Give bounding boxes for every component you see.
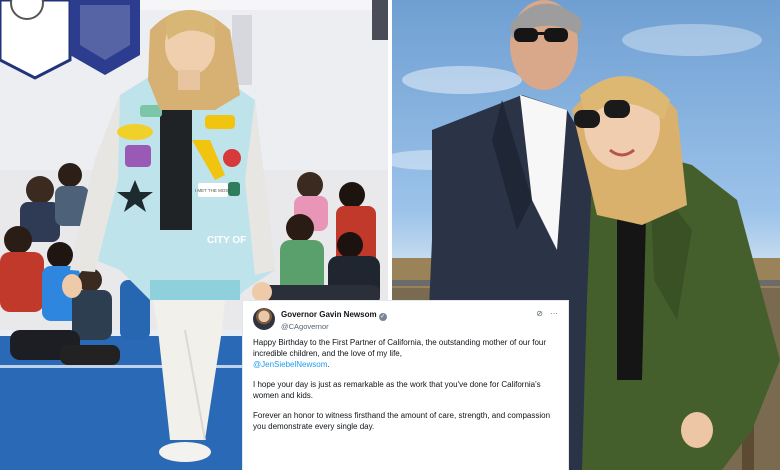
more-icon[interactable]: ··· — [550, 309, 558, 318]
tweet-text: Happy Birthday to the First Partner of C… — [253, 337, 558, 432]
tweet-author: Governor Gavin Newsom ✓ @CAgovernor — [281, 307, 536, 333]
tweet-paragraph-1-text: Happy Birthday to the First Partner of C… — [253, 338, 547, 358]
author-handle[interactable]: @CAgovernor — [281, 321, 536, 333]
author-name[interactable]: Governor Gavin Newsom — [281, 310, 377, 319]
tweet-actions: ⊘ ··· — [536, 307, 558, 318]
tweet-paragraph-2: I hope your day is just as remarkable as… — [253, 380, 541, 400]
mention-link[interactable]: @JenSiebelNewsom — [253, 360, 327, 369]
tweet-card[interactable]: Governor Gavin Newsom ✓ @CAgovernor ⊘ ···… — [242, 300, 569, 470]
jacket-back-lettering: CITY OF — [207, 235, 246, 246]
tweet-paragraph-3: Forever an honor to witness firsthand th… — [253, 411, 551, 431]
tweet-paragraph-1: Happy Birthday to the First Partner of C… — [253, 337, 558, 370]
jacket-patch-label: I MET THE MOST — [195, 188, 232, 193]
mention-suffix: . — [327, 360, 330, 369]
grok-icon[interactable]: ⊘ — [536, 309, 543, 318]
avatar[interactable] — [253, 308, 275, 330]
tweet-header: Governor Gavin Newsom ✓ @CAgovernor ⊘ ··· — [253, 307, 558, 337]
verified-badge-icon: ✓ — [378, 313, 387, 321]
